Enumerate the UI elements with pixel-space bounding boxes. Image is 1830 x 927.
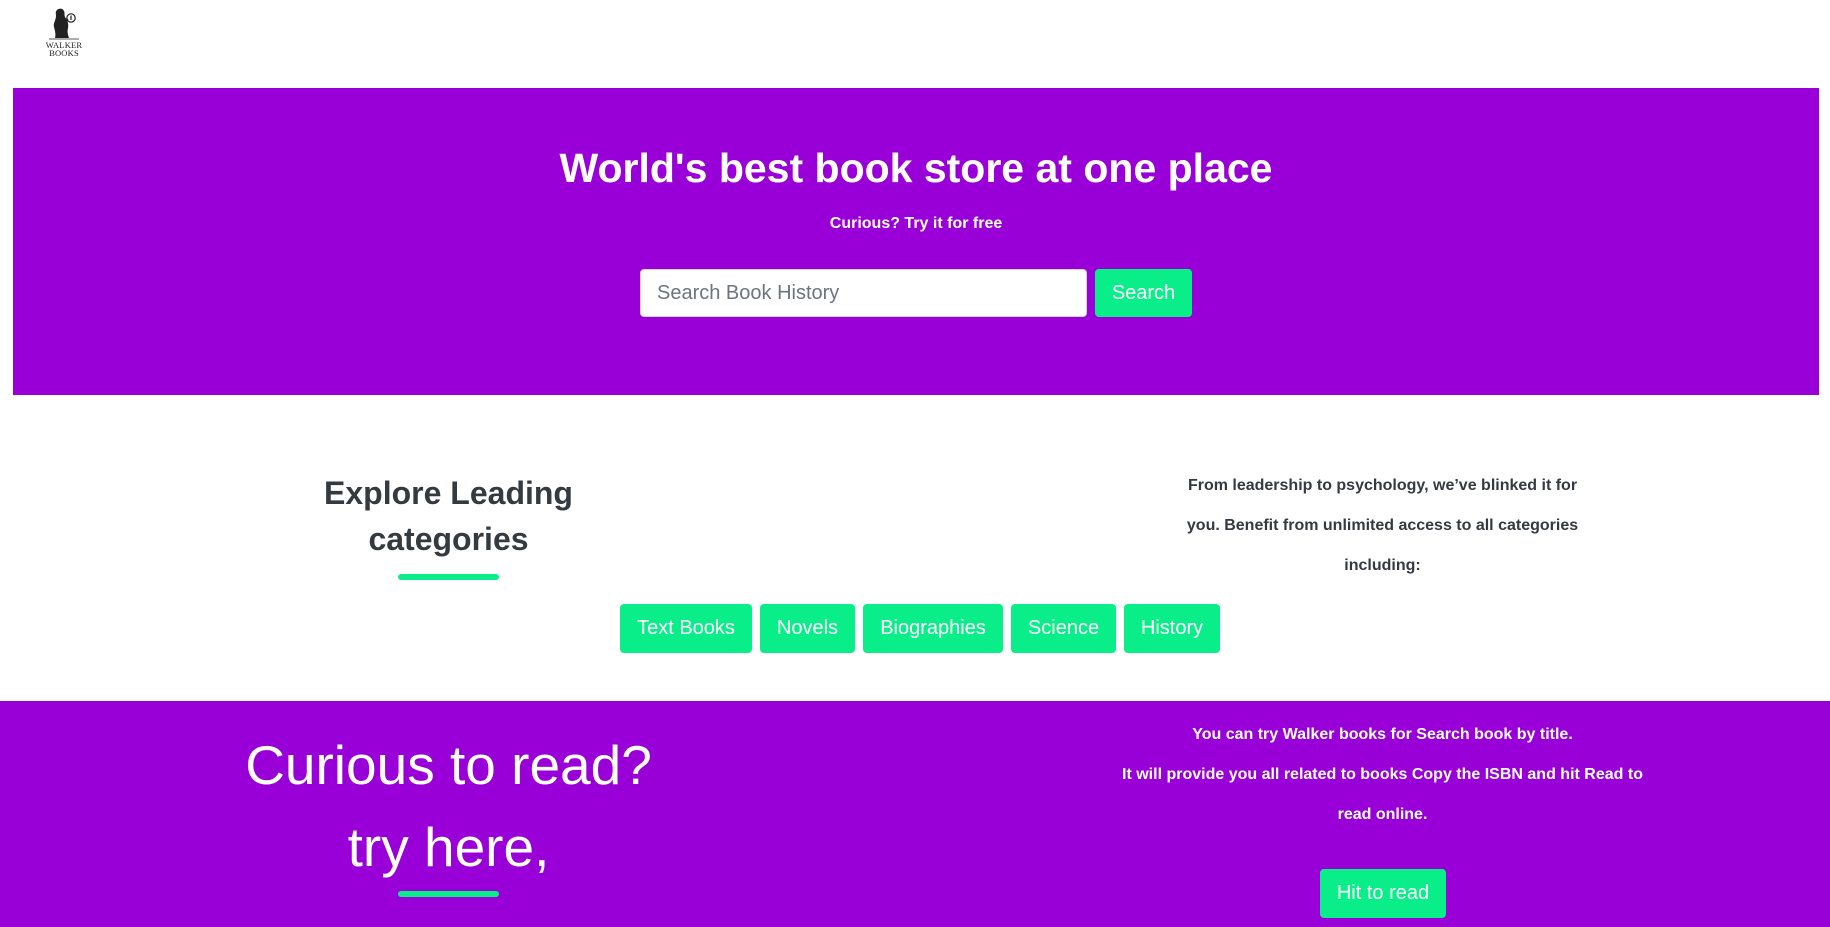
hero-title: World's best book store at one place [559, 145, 1273, 191]
logo-text: WALKER BOOKS [46, 41, 83, 58]
hero-subtitle: Curious? Try it for free [829, 215, 1003, 232]
hit-to-read-button[interactable]: Hit to read [1320, 869, 1446, 918]
curious-heading-underline [398, 891, 499, 897]
read-description-line2: It will provide you all related to books… [1122, 766, 1643, 823]
site-header: WALKER BOOKS [0, 0, 1830, 88]
category-history-button[interactable]: History [1124, 604, 1220, 653]
curious-heading-line1: Curious to read? [245, 734, 652, 796]
categories-heading-underline [398, 574, 499, 580]
search-button[interactable]: Search [1095, 269, 1192, 317]
hero-banner: World's best book store at one place Cur… [13, 88, 1819, 395]
category-science-button[interactable]: Science [1011, 604, 1116, 653]
try-reading-section: Curious to read? try here, You can try W… [0, 701, 1830, 927]
category-text-books-button[interactable]: Text Books [620, 604, 752, 653]
read-description-line1: You can try Walker books for Search book… [1192, 726, 1573, 743]
categories-description: From leadership to psychology, we’ve bli… [1186, 477, 1579, 574]
category-buttons: Text Books Novels Biographies Science Hi… [0, 604, 1830, 653]
read-description: You can try Walker books for Search book… [1110, 715, 1655, 835]
category-novels-button[interactable]: Novels [760, 604, 855, 653]
walker-books-logo[interactable]: WALKER BOOKS [42, 6, 86, 66]
curious-heading-line2: try here, [347, 816, 550, 878]
categories-heading: Explore Leading categories [324, 475, 573, 557]
bear-with-lantern-icon [49, 8, 79, 40]
category-biographies-button[interactable]: Biographies [863, 604, 1003, 653]
curious-heading: Curious to read? try here, [200, 724, 697, 888]
logo-line-books: BOOKS [49, 48, 79, 58]
search-input[interactable] [640, 269, 1087, 317]
